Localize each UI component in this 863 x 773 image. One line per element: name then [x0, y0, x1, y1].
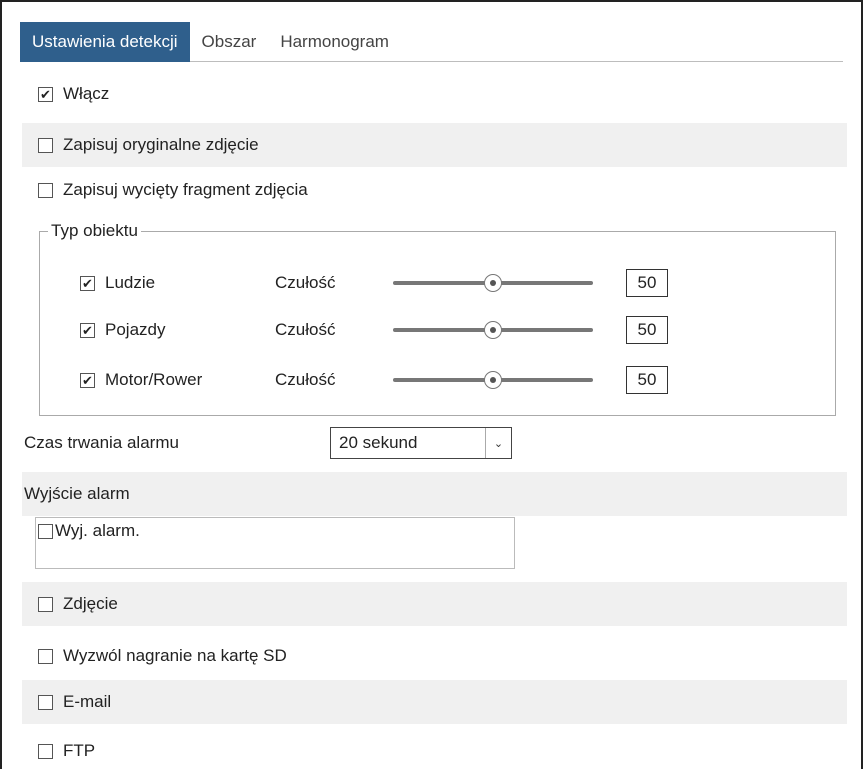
tab-detection-settings[interactable]: Ustawienia detekcji	[20, 22, 190, 62]
save-cropped-row[interactable]: Zapisuj wycięty fragment zdjęcia	[22, 168, 847, 212]
alarm-duration-value: 20 sekund	[339, 433, 418, 452]
checkbox-unchecked-icon[interactable]	[38, 137, 53, 153]
snapshot-label: Zdjęcie	[63, 594, 118, 613]
vehicles-sensitivity-value[interactable]: 50	[626, 316, 668, 344]
motor-bike-label: Motor/Rower	[105, 370, 203, 389]
action-email-row[interactable]: E-mail	[22, 680, 847, 724]
detection-settings-panel: Ustawienia detekcji Obszar Harmonogram ✔…	[0, 0, 863, 769]
tab-schedule[interactable]: Harmonogram	[268, 22, 401, 62]
alarm-output-item[interactable]: Wyj. alarm.	[38, 521, 140, 541]
object-row-motor-bike: ✔ Motor/Rower Czułość 50	[80, 363, 780, 397]
action-ftp-row[interactable]: FTP	[22, 729, 847, 773]
checkbox-unchecked-icon[interactable]	[38, 523, 53, 539]
sd-record-label: Wyzwól nagranie na kartę SD	[63, 646, 287, 665]
checkbox-checked-icon[interactable]: ✔	[80, 275, 95, 291]
save-cropped-label: Zapisuj wycięty fragment zdjęcia	[63, 180, 308, 199]
action-sd-record-row[interactable]: Wyzwól nagranie na kartę SD	[22, 634, 847, 678]
people-label: Ludzie	[105, 273, 156, 292]
save-original-row[interactable]: Zapisuj oryginalne zdjęcie	[22, 123, 847, 167]
people-sensitivity-label: Czułość	[275, 273, 336, 292]
checkbox-unchecked-icon[interactable]	[38, 743, 53, 759]
email-label: E-mail	[63, 692, 112, 711]
checkbox-unchecked-icon[interactable]	[38, 648, 53, 664]
alarm-output-list: Wyj. alarm.	[35, 517, 515, 569]
vehicles-label: Pojazdy	[105, 320, 166, 339]
slider-handle-icon[interactable]	[484, 274, 502, 292]
tab-area[interactable]: Obszar	[190, 22, 269, 62]
object-row-vehicles: ✔ Pojazdy Czułość 50	[80, 313, 780, 347]
vehicles-sensitivity-slider[interactable]	[393, 320, 593, 340]
ftp-label: FTP	[63, 741, 96, 760]
slider-handle-icon[interactable]	[484, 321, 502, 339]
motor-bike-sensitivity-slider[interactable]	[393, 370, 593, 390]
alarm-duration-label: Czas trwania alarmu	[24, 433, 179, 452]
vehicles-sensitivity-label: Czułość	[275, 320, 336, 339]
action-snapshot-row[interactable]: Zdjęcie	[22, 582, 847, 626]
save-original-label: Zapisuj oryginalne zdjęcie	[63, 135, 259, 154]
enable-label: Włącz	[63, 84, 110, 103]
checkbox-unchecked-icon[interactable]	[38, 694, 53, 710]
checkbox-unchecked-icon[interactable]	[38, 182, 53, 198]
alarm-output-label: Wyjście alarm	[24, 484, 130, 503]
motor-bike-sensitivity-value[interactable]: 50	[626, 366, 668, 394]
motor-bike-sensitivity-label: Czułość	[275, 370, 336, 389]
people-sensitivity-value[interactable]: 50	[626, 269, 668, 297]
object-type-group: Typ obiektu ✔ Ludzie Czułość 50 ✔ Pojazd…	[39, 221, 836, 416]
people-sensitivity-slider[interactable]	[393, 273, 593, 293]
alarm-output-row: Wyjście alarm	[22, 472, 847, 516]
checkbox-checked-icon[interactable]: ✔	[80, 372, 95, 388]
slider-handle-icon[interactable]	[484, 371, 502, 389]
enable-row[interactable]: ✔ Włącz	[22, 72, 847, 116]
chevron-down-icon[interactable]: ⌄	[485, 428, 511, 458]
tab-bar: Ustawienia detekcji Obszar Harmonogram	[20, 22, 843, 62]
checkbox-checked-icon[interactable]: ✔	[80, 322, 95, 338]
checkbox-checked-icon[interactable]: ✔	[38, 86, 53, 102]
object-row-people: ✔ Ludzie Czułość 50	[80, 266, 780, 300]
checkbox-unchecked-icon[interactable]	[38, 596, 53, 612]
alarm-duration-select[interactable]: 20 sekund ⌄	[330, 427, 512, 459]
alarm-output-item-label: Wyj. alarm.	[55, 521, 140, 540]
object-type-legend: Typ obiektu	[48, 221, 141, 241]
